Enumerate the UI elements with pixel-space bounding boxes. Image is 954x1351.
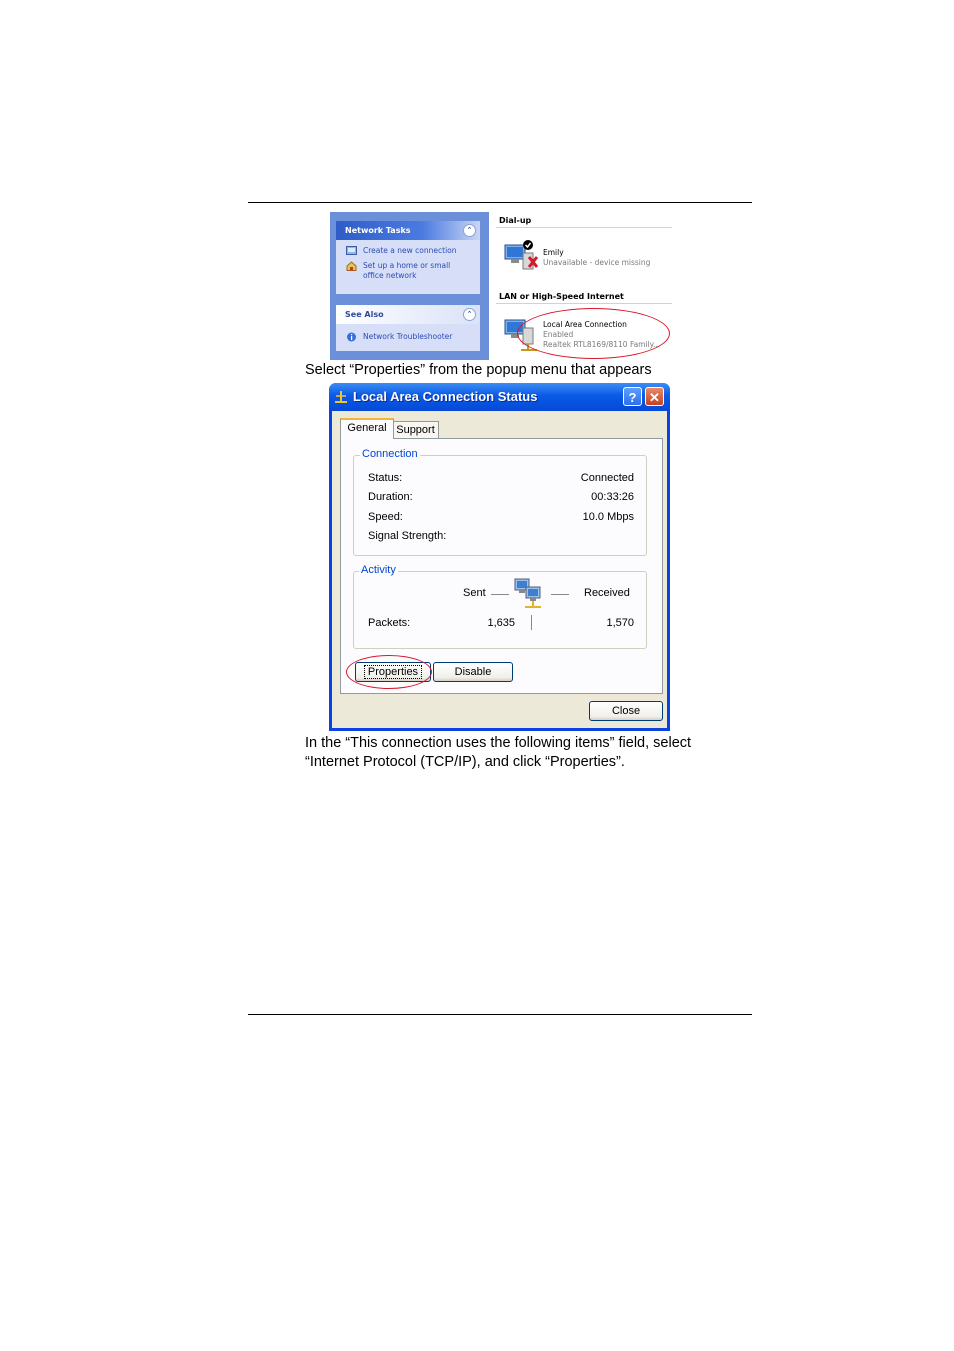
- highlight-ellipse: [517, 308, 670, 359]
- footer-rule: [248, 1014, 752, 1015]
- close-button[interactable]: Close: [589, 701, 663, 721]
- new-connection-icon: [346, 246, 357, 255]
- network-tasks-box: Network Tasks ⌃ Create a new connection …: [336, 221, 480, 294]
- received-line: [551, 594, 569, 595]
- title-bar[interactable]: Local Area Connection Status ? ✕: [329, 383, 670, 411]
- lan-header: LAN or High-Speed Internet: [499, 292, 624, 301]
- duration-value: 00:33:26: [591, 491, 634, 503]
- caption-tcpip-line2: “Internet Protocol (TCP/IP), and click “…: [305, 754, 625, 770]
- sent-label: Sent: [463, 587, 486, 599]
- packets-received-value: 1,570: [606, 617, 634, 629]
- speed-value: 10.0 Mbps: [582, 511, 634, 523]
- dialup-header: Dial-up: [499, 216, 532, 225]
- info-icon: [347, 332, 356, 342]
- collapse-icon[interactable]: ⌃: [463, 308, 476, 321]
- task-home-network-line2[interactable]: office network: [336, 271, 480, 281]
- help-button[interactable]: ?: [623, 387, 642, 406]
- connections-pane: Dial-up Emily Unavailable - device missi…: [489, 212, 672, 360]
- local-area-connection-status-dialog: Local Area Connection Status ? ✕ General…: [329, 383, 670, 731]
- collapse-icon[interactable]: ⌃: [463, 224, 476, 237]
- connection-group-label: Connection: [360, 448, 420, 460]
- activity-group: [353, 571, 647, 649]
- dialog-client: General Support Connection Status: Conne…: [332, 411, 667, 728]
- tab-general[interactable]: General: [340, 418, 394, 439]
- title-close-button[interactable]: ✕: [645, 387, 664, 406]
- packets-label: Packets:: [368, 617, 411, 629]
- dialup-connection-icon[interactable]: [501, 239, 541, 275]
- header-rule: [248, 202, 752, 203]
- general-tab-panel: Connection Status: Connected Duration: 0…: [340, 438, 663, 694]
- duration-label: Duration:: [368, 491, 413, 503]
- activity-group-label: Activity: [359, 564, 398, 576]
- received-label: Received: [584, 587, 630, 599]
- signal-strength-label: Signal Strength:: [368, 530, 447, 542]
- network-connection-icon: [335, 391, 347, 403]
- home-network-icon: [346, 261, 357, 271]
- task-create-connection[interactable]: Create a new connection: [336, 246, 480, 256]
- packets-divider: [531, 615, 532, 630]
- see-also-box: See Also ⌃ Network Troubleshooter: [336, 305, 480, 351]
- dialog-title: Local Area Connection Status: [353, 389, 538, 404]
- activity-computers-icon: [514, 578, 541, 608]
- speed-label: Speed:: [368, 511, 403, 523]
- highlight-ellipse: [346, 655, 432, 689]
- sent-line: [491, 594, 509, 595]
- disable-button[interactable]: Disable: [433, 662, 513, 682]
- network-tasks-header[interactable]: Network Tasks ⌃: [336, 221, 480, 240]
- status-value: Connected: [580, 472, 634, 484]
- task-home-network[interactable]: Set up a home or small: [336, 261, 480, 271]
- caption-tcpip-line1: In the “This connection uses the followi…: [305, 735, 692, 751]
- task-pane: Network Tasks ⌃ Create a new connection …: [330, 212, 489, 360]
- status-label: Status:: [368, 472, 403, 484]
- packets-sent-value: 1,635: [487, 617, 515, 629]
- dialup-connection-status: Unavailable - device missing: [543, 258, 651, 267]
- dialup-connection-name[interactable]: Emily: [543, 248, 564, 257]
- divider: [496, 227, 672, 228]
- network-connections-screenshot: Network Tasks ⌃ Create a new connection …: [330, 212, 672, 360]
- divider: [496, 303, 672, 304]
- tab-support[interactable]: Support: [392, 421, 439, 439]
- caption-select-properties: Select “Properties” from the popup menu …: [305, 362, 652, 378]
- see-also-troubleshooter[interactable]: Network Troubleshooter: [336, 332, 480, 342]
- see-also-header[interactable]: See Also ⌃: [336, 305, 480, 324]
